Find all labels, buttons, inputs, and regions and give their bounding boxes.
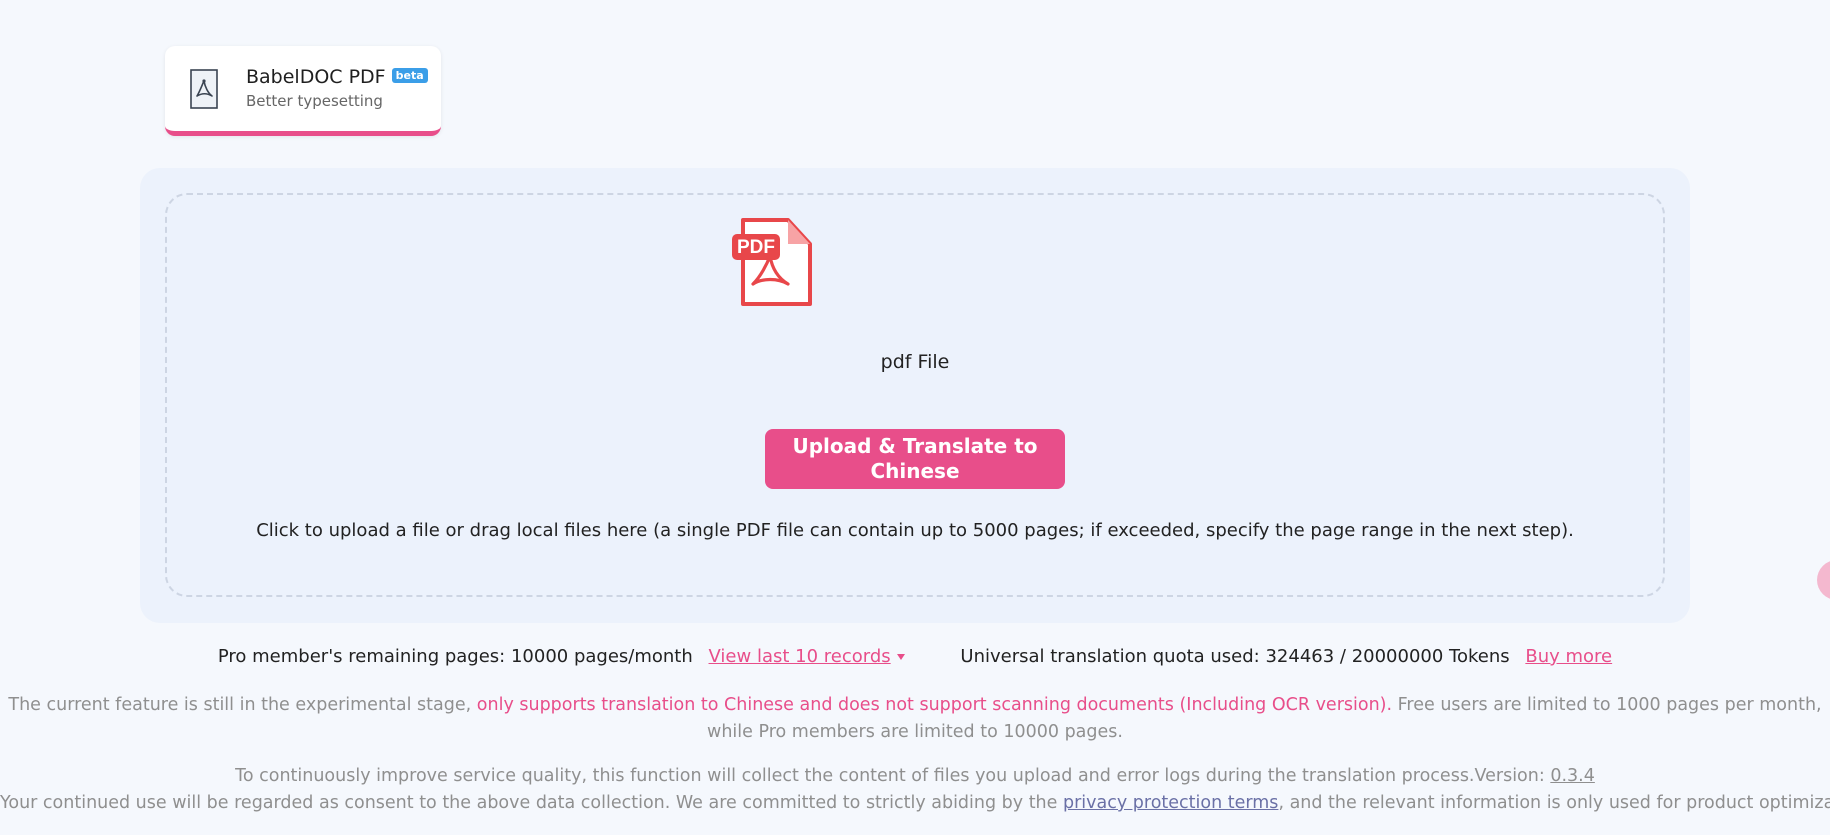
page: BabelDOC PDF beta Better typesetting PDF … (0, 0, 1830, 835)
tab-subtitle: Better typesetting (246, 92, 383, 110)
floating-assistant-button[interactable] (1817, 560, 1830, 600)
upload-panel (140, 168, 1690, 623)
collection-line-1: To continuously improve service quality,… (0, 763, 1830, 790)
remaining-pages-label: Pro member's remaining pages: 10000 page… (217, 646, 693, 667)
collection-line-2: Your continued use will be regarded as c… (0, 790, 1830, 817)
upload-translate-button[interactable]: Upload & Translate to Chinese (765, 429, 1065, 489)
collection-text-3: , and the relevant information is only u… (1278, 793, 1830, 813)
view-records-link[interactable]: View last 10 records (709, 646, 891, 667)
pdf-document-icon (190, 69, 218, 109)
privacy-terms-link[interactable]: privacy protection terms (1063, 793, 1278, 813)
pdf-file-icon: PDF (732, 218, 812, 306)
tab-title: BabelDOC PDF beta (246, 66, 428, 88)
file-type-label: pdf File (880, 351, 950, 373)
tab-title-text: BabelDOC PDF (246, 66, 386, 88)
notice-prefix: The current feature is still in the expe… (8, 695, 472, 715)
caret-down-icon[interactable] (896, 654, 905, 660)
quota-row: Pro member's remaining pages: 10000 page… (0, 646, 1830, 667)
notice-highlight: only supports translation to Chinese and… (476, 695, 1393, 715)
collection-text-2: Your continued use will be regarded as c… (0, 793, 1058, 813)
beta-badge: beta (391, 68, 428, 83)
upload-hint: Click to upload a file or drag local fil… (256, 520, 1574, 541)
pdf-icon-text: PDF (737, 237, 775, 258)
collection-text-1: To continuously improve service quality,… (235, 766, 1545, 786)
experimental-notice: The current feature is still in the expe… (0, 692, 1830, 746)
tab-babeldoc-pdf[interactable]: BabelDOC PDF beta Better typesetting (165, 46, 441, 136)
version-link[interactable]: 0.3.4 (1550, 766, 1595, 786)
token-quota-label: Universal translation quota used: 324463… (960, 646, 1510, 667)
data-collection-notice: To continuously improve service quality,… (0, 763, 1830, 817)
buy-more-link[interactable]: Buy more (1525, 646, 1612, 667)
